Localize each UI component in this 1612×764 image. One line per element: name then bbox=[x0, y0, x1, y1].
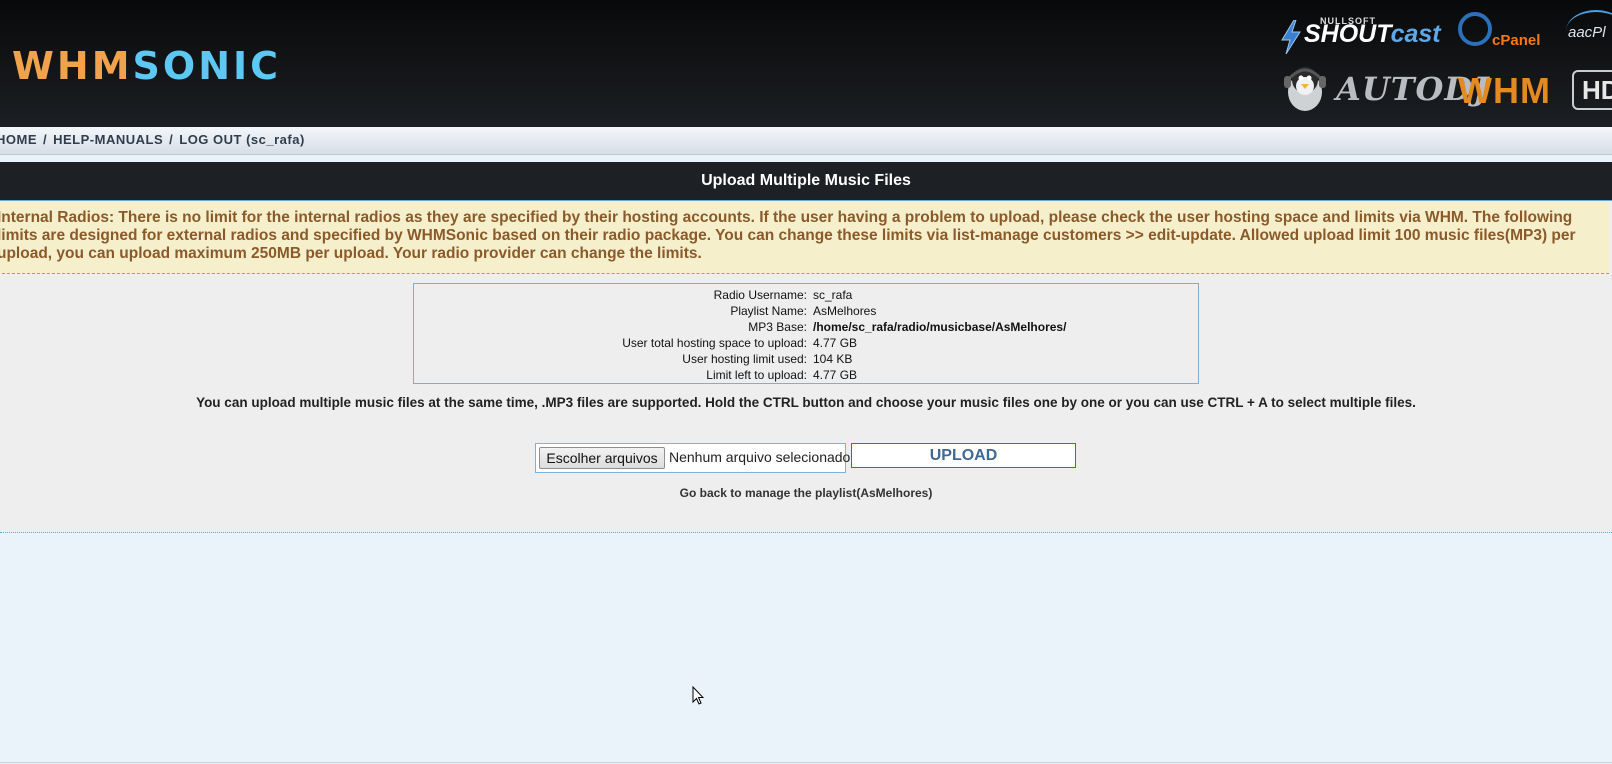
nullsoft-text: NULLSOFT bbox=[1320, 16, 1376, 26]
mouse-cursor-icon bbox=[692, 686, 704, 705]
info-value: 104 KB bbox=[813, 352, 853, 366]
bottom-divider bbox=[0, 762, 1612, 763]
info-label: MP3 Base: bbox=[748, 320, 807, 334]
file-input[interactable]: Escolher arquivos Nenhum arquivo selecio… bbox=[535, 443, 850, 473]
breadcrumb-separator: / bbox=[43, 132, 48, 147]
upload-panel: Upload Multiple Music Files Internal Rad… bbox=[0, 162, 1612, 533]
info-label: Playlist Name: bbox=[730, 304, 807, 318]
cast-text: cast bbox=[1390, 20, 1441, 48]
page-title: Upload Multiple Music Files bbox=[0, 162, 1612, 201]
hd-logo: HD bbox=[1572, 70, 1612, 110]
tux-headphones-icon bbox=[1284, 67, 1326, 111]
info-value: sc_rafa bbox=[813, 288, 853, 302]
whm-logo: WHM bbox=[1458, 70, 1551, 111]
choose-files-button[interactable]: Escolher arquivos bbox=[539, 447, 665, 469]
info-row-username: Radio Username: sc_rafa bbox=[414, 287, 1198, 303]
aacplus-logo: aacPl bbox=[1568, 24, 1606, 41]
info-value: AsMelhores bbox=[813, 304, 877, 318]
site-header: WHMSONIC NULLSOFT SHOUTcast cPanel aacPl… bbox=[0, 0, 1612, 127]
info-row-total-space: User total hosting space to upload: 4.77… bbox=[414, 335, 1198, 351]
info-row-limit-used: User hosting limit used: 104 KB bbox=[414, 351, 1198, 367]
back-to-playlist-link[interactable]: Go back to manage the playlist(AsMelhore… bbox=[0, 486, 1612, 500]
logo-whm-text: WHM bbox=[12, 44, 133, 88]
shoutcast-logo: NULLSOFT SHOUTcast bbox=[1282, 16, 1441, 49]
info-label: Limit left to upload: bbox=[706, 368, 807, 382]
home-link[interactable]: HOME bbox=[0, 132, 37, 147]
breadcrumb: HOME / HELP-MANUALS / LOG OUT (sc_rafa) bbox=[0, 127, 1612, 155]
info-row-limit-left: Limit left to upload: 4.77 GB bbox=[414, 367, 1198, 383]
upload-instructions: You can upload multiple music files at t… bbox=[196, 395, 1416, 410]
limits-notice: Internal Radios: There is no limit for t… bbox=[0, 201, 1609, 274]
help-manuals-link[interactable]: HELP-MANUALS bbox=[53, 132, 163, 147]
radio-info-box: Radio Username: sc_rafa Playlist Name: A… bbox=[413, 283, 1199, 384]
upload-button[interactable]: UPLOAD bbox=[851, 443, 1076, 468]
logout-link[interactable]: LOG OUT (sc_rafa) bbox=[179, 132, 305, 147]
logo-sonic-text: SONIC bbox=[132, 44, 282, 88]
cpanel-logo: cPanel bbox=[1492, 32, 1541, 49]
info-label: User total hosting space to upload: bbox=[622, 336, 807, 350]
info-value: /home/sc_rafa/radio/musicbase/AsMelhores… bbox=[813, 320, 1067, 334]
file-status-text: Nenhum arquivo selecionado bbox=[669, 449, 851, 465]
breadcrumb-separator: / bbox=[169, 132, 174, 147]
info-value: 4.77 GB bbox=[813, 336, 858, 350]
info-row-playlist: Playlist Name: AsMelhores bbox=[414, 303, 1198, 319]
info-label: Radio Username: bbox=[713, 288, 807, 302]
info-row-mp3-base: MP3 Base: /home/sc_rafa/radio/musicbase/… bbox=[414, 319, 1198, 335]
cpanel-ring-icon bbox=[1458, 12, 1492, 46]
info-value: 4.77 GB bbox=[813, 368, 858, 382]
whmsonic-logo[interactable]: WHMSONIC bbox=[12, 44, 281, 88]
info-label: User hosting limit used: bbox=[682, 352, 807, 366]
